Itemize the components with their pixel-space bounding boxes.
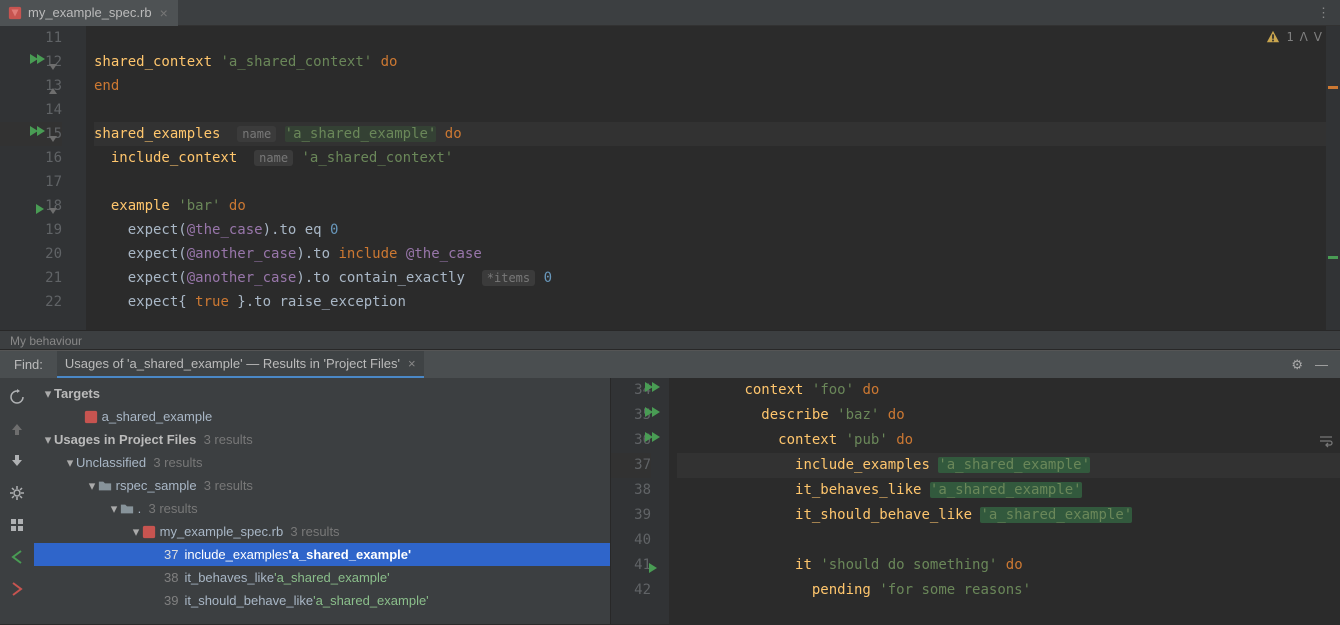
find-tab[interactable]: Usages of 'a_shared_example' — Results i… xyxy=(57,351,424,379)
arrow-up-icon[interactable] xyxy=(6,418,28,440)
tree-node-targets[interactable]: ▾Targets xyxy=(34,382,610,405)
run-icon[interactable] xyxy=(645,407,662,417)
usage-row[interactable]: 39it_should_behave_like 'a_shared_exampl… xyxy=(34,589,610,612)
editor-tab[interactable]: my_example_spec.rb × xyxy=(0,0,178,26)
tree-node-usages[interactable]: ▾Usages in Project Files 3 results xyxy=(34,428,610,451)
tab-title: my_example_spec.rb xyxy=(28,5,152,20)
tree-node-rspec[interactable]: ▾ rspec_sample 3 results xyxy=(34,474,610,497)
ruby-file-icon xyxy=(84,410,98,424)
folder-icon xyxy=(120,502,134,516)
layout-icon[interactable] xyxy=(6,514,28,536)
arrow-down-icon[interactable] xyxy=(6,450,28,472)
run-icon[interactable] xyxy=(30,126,47,136)
run-icon[interactable] xyxy=(645,432,662,442)
find-label: Find: xyxy=(0,357,57,372)
minimize-icon[interactable]: — xyxy=(1315,357,1328,373)
code-area[interactable]: shared_context 'a_shared_context' do end… xyxy=(86,26,1340,330)
gear-icon[interactable]: ⚙ xyxy=(1291,357,1303,373)
tree-node-file[interactable]: ▾ my_example_spec.rb 3 results xyxy=(34,520,610,543)
chevron-down-icon[interactable]: ᐯ xyxy=(1314,30,1322,44)
next-icon[interactable] xyxy=(6,578,28,600)
breadcrumb[interactable]: My behaviour xyxy=(0,330,1340,350)
error-stripe[interactable] xyxy=(1326,26,1340,330)
refresh-icon[interactable] xyxy=(6,386,28,408)
find-tab-title: Usages of 'a_shared_example' — Results i… xyxy=(65,356,400,371)
tree-node-dot[interactable]: ▾ . 3 results xyxy=(34,497,610,520)
close-icon[interactable]: × xyxy=(158,5,170,21)
close-icon[interactable]: × xyxy=(408,356,416,371)
gear-icon[interactable] xyxy=(6,482,28,504)
prev-icon[interactable] xyxy=(6,546,28,568)
usage-row[interactable]: 38it_behaves_like 'a_shared_example' xyxy=(34,566,610,589)
gutter: 11 12 13 14 15 16 17 18 19 20 21 22 xyxy=(0,26,86,330)
usage-preview[interactable]: 34 35 36 37 38 39 40 41 42 context 'foo'… xyxy=(611,378,1340,624)
find-sidebar xyxy=(0,378,34,624)
preview-gutter: 34 35 36 37 38 39 40 41 42 xyxy=(611,378,669,624)
run-icon[interactable] xyxy=(645,382,662,392)
usage-row[interactable]: 37include_examples 'a_shared_example' xyxy=(34,543,610,566)
usages-tree[interactable]: ▾Targets a_shared_example ▾Usages in Pro… xyxy=(34,378,611,624)
tree-node-target-item[interactable]: a_shared_example xyxy=(34,405,610,428)
ruby-file-icon xyxy=(142,525,156,539)
find-header: Find: Usages of 'a_shared_example' — Res… xyxy=(0,350,1340,378)
warning-icon xyxy=(1266,30,1280,44)
tab-bar: my_example_spec.rb × ⋮ xyxy=(0,0,1340,26)
run-icon[interactable] xyxy=(30,54,47,64)
more-icon[interactable]: ⋮ xyxy=(1307,5,1340,21)
preview-code[interactable]: context 'foo' do describe 'baz' do conte… xyxy=(669,378,1340,624)
folder-icon xyxy=(98,479,112,493)
editor[interactable]: 11 12 13 14 15 16 17 18 19 20 21 22 xyxy=(0,26,1340,330)
soft-wrap-icon[interactable] xyxy=(1318,434,1334,454)
ruby-file-icon xyxy=(8,6,22,20)
chevron-up-icon[interactable]: ᐱ xyxy=(1300,30,1308,44)
tree-node-unclassified[interactable]: ▾Unclassified 3 results xyxy=(34,451,610,474)
inspection-summary[interactable]: 1 ᐱ ᐯ xyxy=(1266,30,1322,44)
